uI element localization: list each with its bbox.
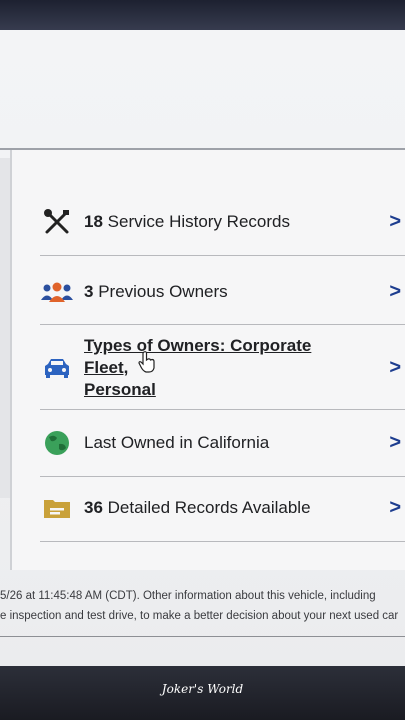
last-owned-text: Last Owned in California bbox=[84, 433, 270, 452]
watermark-text: Joker's World bbox=[161, 682, 244, 696]
chevron-right-icon: > bbox=[389, 496, 401, 519]
owners-text: Previous Owners bbox=[98, 282, 228, 301]
top-bezel bbox=[0, 0, 405, 34]
owner-types-line1: Types of Owners: Corporate Fleet, bbox=[84, 336, 312, 377]
chevron-right-icon: > bbox=[389, 280, 401, 303]
tools-icon bbox=[40, 207, 74, 237]
divider bbox=[40, 409, 405, 410]
service-count: 18 bbox=[84, 212, 103, 231]
detailed-records-label: 36 Detailed Records Available bbox=[84, 497, 311, 519]
folder-icon bbox=[40, 493, 74, 523]
vehicle-history-disclaimer: 5/26 at 11:45:48 AM (CDT). Other informa… bbox=[0, 586, 405, 626]
owner-types-link[interactable]: Types of Owners: Corporate Fleet, Persona… bbox=[84, 335, 354, 401]
divider bbox=[40, 541, 405, 542]
owners-label: 3 Previous Owners bbox=[84, 281, 228, 303]
chevron-right-icon: > bbox=[389, 431, 401, 454]
detailed-records-row[interactable]: 36 Detailed Records Available > bbox=[40, 490, 405, 526]
last-owned-row[interactable]: Last Owned in California > bbox=[40, 425, 405, 461]
divider bbox=[40, 476, 405, 477]
owners-count: 3 bbox=[84, 282, 94, 301]
mouse-cursor-icon bbox=[138, 350, 156, 374]
car-icon bbox=[40, 353, 74, 383]
divider bbox=[40, 324, 405, 325]
divider bbox=[40, 255, 405, 256]
records-count: 36 bbox=[84, 498, 103, 517]
disclaimer-line-1: 5/26 at 11:45:48 AM (CDT). Other informa… bbox=[0, 590, 376, 602]
chevron-right-icon: > bbox=[389, 356, 401, 379]
disclaimer-line-2: e inspection and test drive, to make a b… bbox=[0, 610, 399, 622]
service-text: Service History Records bbox=[107, 212, 290, 231]
people-icon bbox=[40, 277, 74, 307]
owner-types-row[interactable]: Types of Owners: Corporate Fleet, Persona… bbox=[40, 336, 405, 399]
chevron-right-icon: > bbox=[389, 210, 401, 233]
service-history-label: 18 Service History Records bbox=[84, 211, 290, 233]
previous-owners-row[interactable]: 3 Previous Owners > bbox=[40, 274, 405, 310]
footer-divider bbox=[0, 636, 405, 637]
service-history-row[interactable]: 18 Service History Records > bbox=[40, 204, 405, 240]
owner-types-line2: Personal bbox=[84, 380, 156, 399]
globe-icon bbox=[40, 428, 74, 458]
records-text: Detailed Records Available bbox=[107, 498, 311, 517]
